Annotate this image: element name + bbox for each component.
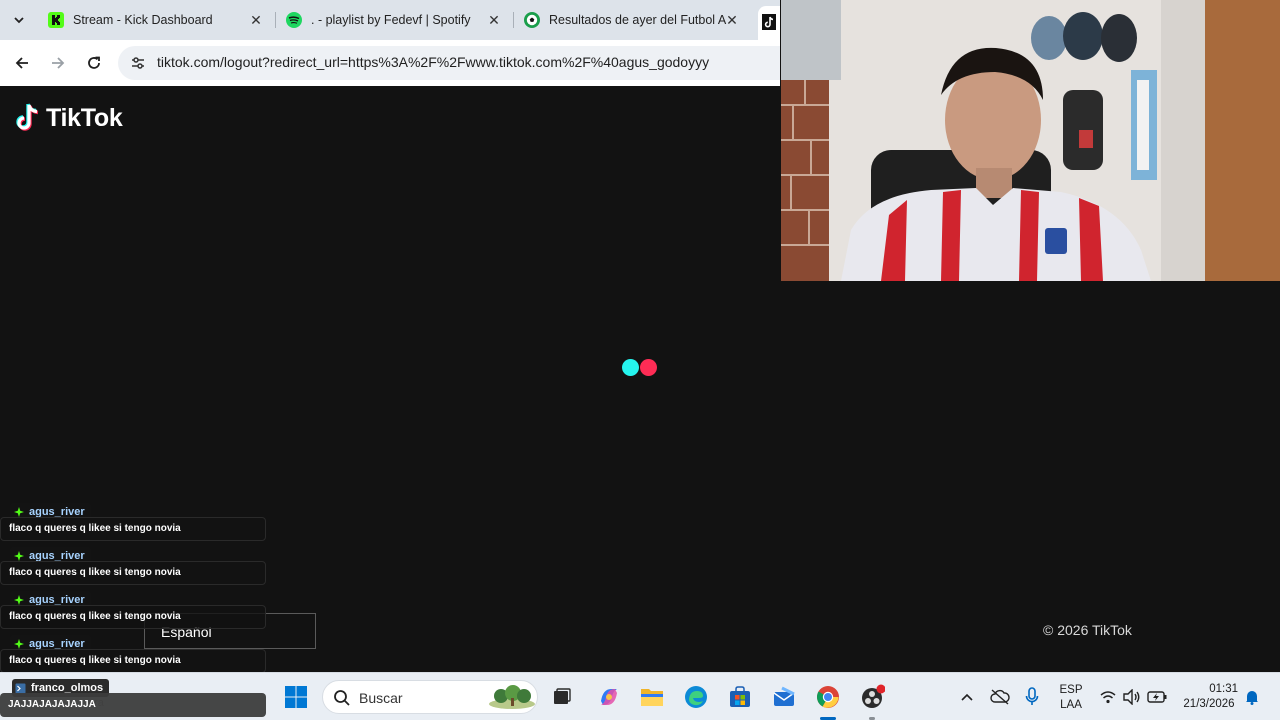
microphone-icon	[1025, 687, 1039, 705]
webcam-overlay	[781, 0, 1280, 281]
cloud-offline-icon	[990, 689, 1010, 705]
copilot-icon	[601, 689, 617, 705]
chat-message: flaco q queres q likee si tengo novia	[0, 561, 266, 585]
browser-toolbar: tiktok.com/logout?redirect_url=https%3A%…	[0, 40, 780, 86]
chat-message: JAJJAJAJAJAJJA	[0, 693, 266, 717]
sparkle-icon	[14, 639, 24, 649]
sparkle-icon	[14, 551, 24, 561]
tab-futbol-results[interactable]: Resultados de ayer del Futbol A ✕	[524, 0, 746, 40]
screen: Stream - Kick Dashboard ✕ . - playlist b…	[0, 0, 1280, 720]
keyboard-layout: LAA	[1060, 699, 1082, 711]
chrome-icon	[817, 686, 839, 708]
wifi-icon	[1100, 691, 1116, 704]
url-text[interactable]: tiktok.com/logout?redirect_url=https%3A%…	[157, 54, 709, 70]
input-language-indicator[interactable]: ESP LAA	[1054, 683, 1088, 713]
browser-tab-strip: Stream - Kick Dashboard ✕ . - playlist b…	[0, 0, 780, 40]
spotify-icon	[286, 12, 302, 28]
terminal-icon	[15, 683, 26, 693]
battery-button[interactable]	[1144, 683, 1170, 711]
edge-icon	[685, 686, 707, 708]
clock-time: 01:31	[1209, 683, 1238, 695]
chevron-up-icon	[961, 693, 973, 701]
battery-charging-icon	[1147, 691, 1167, 703]
windows-logo-icon	[285, 686, 307, 708]
speaker-icon	[1123, 689, 1140, 705]
file-explorer-button[interactable]	[638, 683, 666, 711]
loader-dot-red	[640, 359, 657, 376]
obs-icon	[862, 684, 885, 708]
tiktok-icon	[762, 14, 776, 30]
mail-button[interactable]	[770, 683, 798, 711]
soccer-ball-icon	[524, 12, 540, 28]
tab-divider	[513, 12, 514, 28]
edge-button[interactable]	[682, 683, 710, 711]
taskbar-search[interactable]: Buscar	[322, 680, 538, 714]
back-button[interactable]	[10, 51, 34, 75]
task-view-button[interactable]	[548, 683, 576, 711]
tab-spotify[interactable]: . - playlist by Fedevf | Spotify ✕	[286, 0, 508, 40]
loader-dot-cyan	[622, 359, 639, 376]
sparkle-icon	[14, 595, 24, 605]
search-label: Buscar	[359, 690, 403, 706]
wifi-button[interactable]	[1096, 683, 1120, 711]
arrow-left-icon	[15, 57, 28, 69]
close-tab-icon[interactable]: ✕	[248, 12, 264, 28]
copyright-text: © 2026 TikTok	[1043, 622, 1132, 638]
tab-title: Stream - Kick Dashboard	[73, 13, 213, 27]
site-settings-icon[interactable]	[130, 55, 146, 71]
show-hidden-icons-button[interactable]	[955, 683, 979, 711]
reload-button[interactable]	[82, 51, 106, 75]
mail-icon	[773, 686, 795, 706]
store-icon	[730, 686, 750, 707]
tab-kick-dashboard[interactable]: Stream - Kick Dashboard ✕	[48, 0, 270, 40]
chat-message: flaco q queres q likee si tengo novia	[0, 517, 266, 541]
volume-button[interactable]	[1120, 683, 1144, 711]
close-tab-icon[interactable]: ✕	[724, 12, 740, 28]
clock-date: 21/3/2026	[1183, 698, 1235, 710]
search-highlight-image	[489, 685, 535, 709]
forward-button[interactable]	[46, 51, 70, 75]
reload-icon	[88, 56, 100, 69]
microsoft-store-button[interactable]	[726, 683, 754, 711]
obs-button[interactable]	[858, 683, 886, 711]
webcam-feed-image	[781, 0, 1280, 281]
folder-icon	[641, 689, 663, 706]
address-bar[interactable]: tiktok.com/logout?redirect_url=https%3A%…	[118, 46, 780, 80]
sparkle-icon	[14, 507, 24, 517]
loading-indicator	[622, 359, 662, 377]
arrow-right-icon	[52, 57, 65, 69]
microphone-button[interactable]	[1020, 683, 1044, 711]
tab-title: . - playlist by Fedevf | Spotify	[311, 13, 471, 27]
bell-icon	[1246, 691, 1258, 705]
language-code: ESP	[1059, 684, 1083, 696]
start-button[interactable]	[282, 683, 310, 711]
tiktok-logo[interactable]: TikTok	[16, 103, 123, 133]
logo-text: TikTok	[46, 103, 123, 132]
tab-divider	[275, 12, 276, 28]
notifications-button[interactable]	[1240, 683, 1264, 711]
tiktok-note-icon	[16, 103, 39, 131]
chat-message: flaco q queres q likee si tengo novia	[0, 649, 266, 673]
chevron-down-icon	[14, 16, 24, 23]
search-icon	[334, 690, 350, 706]
onedrive-status-button[interactable]	[987, 683, 1013, 711]
clock[interactable]: 01:31 21/3/2026	[1176, 682, 1242, 712]
tab-title: Resultados de ayer del Futbol A	[549, 13, 727, 27]
close-tab-icon[interactable]: ✕	[486, 12, 502, 28]
tab-tiktok-active[interactable]	[758, 6, 780, 40]
kick-icon	[48, 12, 64, 28]
chat-message: flaco q queres q likee si tengo novia	[0, 605, 266, 629]
chrome-button[interactable]	[814, 683, 842, 711]
task-view-icon	[554, 688, 571, 704]
copilot-button[interactable]	[595, 683, 623, 711]
tab-search-button[interactable]	[6, 8, 32, 32]
